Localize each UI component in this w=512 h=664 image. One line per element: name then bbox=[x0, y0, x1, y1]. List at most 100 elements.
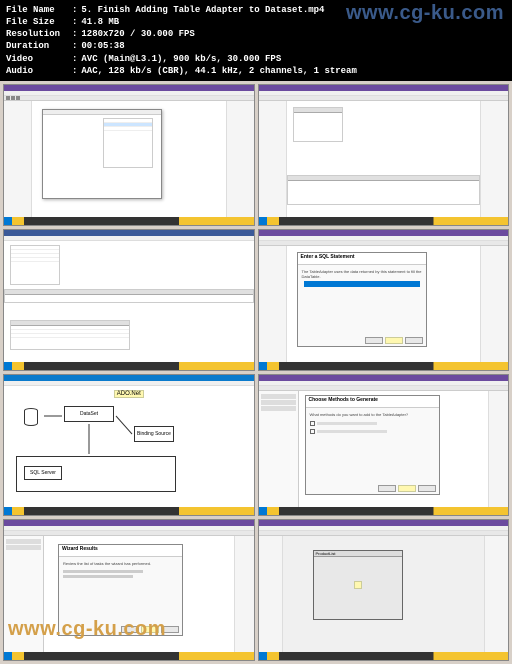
window-body: Choose Methods to Generate What methods … bbox=[259, 391, 509, 507]
meta-label: Resolution bbox=[6, 28, 68, 40]
highlighted-control bbox=[354, 581, 362, 589]
wizard-buttons bbox=[365, 337, 423, 344]
sql-statement-wizard: Enter a SQL Statement The TableAdapter u… bbox=[297, 252, 427, 347]
window-body bbox=[4, 241, 254, 362]
wizard-heading: Enter a SQL Statement bbox=[298, 253, 426, 265]
start-button-icon bbox=[4, 217, 12, 225]
checkbox-icon bbox=[310, 429, 315, 434]
ado-net-label: ADO.Net bbox=[114, 390, 144, 398]
list-item bbox=[11, 258, 59, 262]
back-button bbox=[365, 337, 383, 344]
designer-canvas bbox=[287, 101, 481, 217]
meta-value: 00:05:38 bbox=[81, 40, 124, 52]
toolbar-icon bbox=[6, 96, 10, 100]
meta-value: AVC (Main@L3.1), 900 kb/s, 30.000 FPS bbox=[81, 53, 281, 65]
windows-taskbar bbox=[4, 652, 254, 660]
results-grid bbox=[287, 175, 481, 205]
tree-node bbox=[261, 394, 296, 399]
thumbnail-2-data-grid[interactable] bbox=[258, 84, 510, 226]
properties-sidebar bbox=[488, 391, 508, 507]
meta-label: Audio bbox=[6, 65, 68, 77]
add-table-dialog bbox=[103, 118, 153, 168]
wizard-description: The TableAdapter uses the data returned … bbox=[302, 269, 422, 279]
result-line bbox=[63, 575, 133, 578]
window-body bbox=[4, 101, 254, 217]
tree-node bbox=[6, 545, 41, 550]
results-rows bbox=[10, 320, 130, 350]
diagram-canvas: ADO.Net DataSet Binding Source SQL Serve… bbox=[4, 386, 254, 507]
meta-sep: : bbox=[72, 65, 77, 77]
checkbox-label bbox=[317, 430, 387, 433]
data-row bbox=[11, 334, 129, 338]
windows-taskbar bbox=[259, 507, 509, 515]
thumbnail-6-methods-wizard[interactable]: Choose Methods to Generate What methods … bbox=[258, 374, 510, 516]
toolbox-sidebar bbox=[4, 101, 32, 217]
start-button-icon bbox=[4, 652, 12, 660]
wizard-question: What methods do you want to add to the T… bbox=[310, 412, 435, 417]
wizard-buttons bbox=[378, 485, 436, 492]
wizard-body: Review the list of tasks the wizard has … bbox=[59, 557, 182, 582]
form-title: ProductList bbox=[314, 551, 402, 557]
cancel-button bbox=[405, 337, 423, 344]
meta-label: File Name bbox=[6, 4, 68, 16]
start-button-icon bbox=[259, 507, 267, 515]
form-designer-canvas: ProductList bbox=[283, 536, 485, 652]
windows-taskbar bbox=[4, 507, 254, 515]
tree-node bbox=[6, 539, 41, 544]
query-builder-area bbox=[4, 241, 254, 362]
checkbox-icon bbox=[310, 421, 315, 426]
window-body: Enter a SQL Statement The TableAdapter u… bbox=[259, 246, 509, 362]
thumbnail-1-query-builder[interactable] bbox=[3, 84, 255, 226]
meta-sep: : bbox=[72, 53, 77, 65]
thumbnail-4-sql-wizard[interactable]: Enter a SQL Statement The TableAdapter u… bbox=[258, 229, 510, 371]
meta-value: 1280x720 / 30.000 FPS bbox=[81, 28, 194, 40]
meta-label: Duration bbox=[6, 40, 68, 52]
tree-node bbox=[261, 400, 296, 405]
designer-canvas bbox=[32, 101, 226, 217]
start-button-icon bbox=[259, 652, 267, 660]
windows-taskbar bbox=[4, 362, 254, 370]
meta-sep: : bbox=[72, 28, 77, 40]
properties-sidebar bbox=[480, 101, 508, 217]
grid-header bbox=[288, 176, 480, 181]
thumbnail-grid: Enter a SQL Statement The TableAdapter u… bbox=[0, 81, 512, 664]
toolbar-icon bbox=[11, 96, 15, 100]
grid-header bbox=[5, 290, 253, 295]
meta-value: 41.8 MB bbox=[81, 16, 119, 28]
column-list bbox=[10, 245, 60, 285]
wizard-body: What methods do you want to add to the T… bbox=[306, 408, 439, 438]
windows-taskbar bbox=[4, 217, 254, 225]
windows-taskbar bbox=[259, 362, 509, 370]
table-header bbox=[294, 108, 342, 113]
solution-explorer bbox=[259, 391, 299, 507]
meta-audio: Audio : AAC, 128 kb/s (CBR), 44.1 kHz, 2… bbox=[6, 65, 506, 77]
window-body bbox=[259, 101, 509, 217]
thumbnail-5-adonet-diagram[interactable]: ADO.Net DataSet Binding Source SQL Serve… bbox=[3, 374, 255, 516]
checkbox-label bbox=[317, 422, 377, 425]
query-builder-dialog bbox=[42, 109, 162, 199]
thumbnail-3-table-designer[interactable] bbox=[3, 229, 255, 371]
meta-sep: : bbox=[72, 16, 77, 28]
meta-value: AAC, 128 kb/s (CBR), 44.1 kHz, 2 channel… bbox=[81, 65, 356, 77]
windows-taskbar bbox=[259, 217, 509, 225]
toolbar-icon bbox=[16, 96, 20, 100]
meta-label: Video bbox=[6, 53, 68, 65]
thumbnail-8-form-designer[interactable]: ProductList bbox=[258, 519, 510, 661]
start-button-icon bbox=[4, 507, 12, 515]
toolbox-sidebar bbox=[259, 101, 287, 217]
list-item bbox=[104, 127, 152, 131]
dialog-title bbox=[43, 110, 161, 115]
tree-node bbox=[261, 406, 296, 411]
meta-duration: Duration : 00:05:38 bbox=[6, 40, 506, 52]
meta-sep: : bbox=[72, 40, 77, 52]
winform-surface: ProductList bbox=[313, 550, 403, 620]
sql-textarea-selected bbox=[304, 281, 420, 287]
window-body: ProductList bbox=[259, 536, 509, 652]
start-button-icon bbox=[259, 217, 267, 225]
meta-label: File Size bbox=[6, 16, 68, 28]
next-button bbox=[398, 485, 416, 492]
wizard-text: The TableAdapter uses the data returned … bbox=[298, 265, 426, 293]
toolbox-sidebar bbox=[259, 246, 287, 362]
checkbox-row-fill bbox=[310, 421, 435, 426]
meta-video: Video : AVC (Main@L3.1), 900 kb/s, 30.00… bbox=[6, 53, 506, 65]
